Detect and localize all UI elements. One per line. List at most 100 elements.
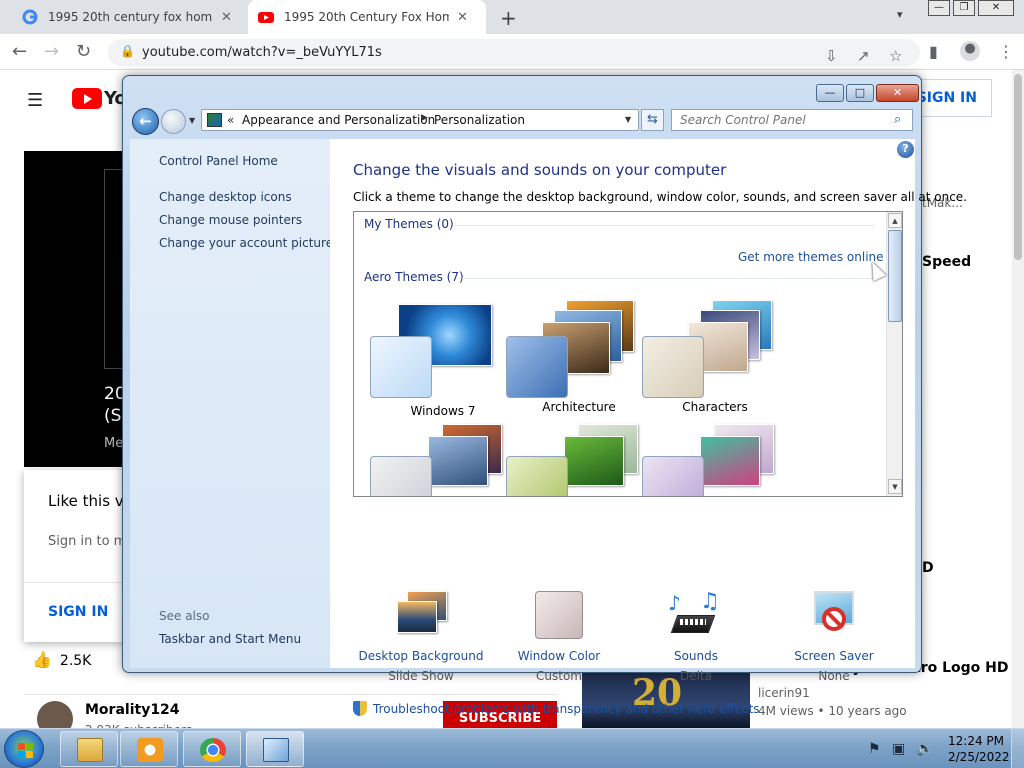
personalization-content: ? Change the visuals and sounds on your … bbox=[330, 139, 967, 716]
theme-list[interactable]: My Themes (0) Get more themes online Aer… bbox=[353, 211, 903, 497]
restore-button[interactable]: ❐ bbox=[953, 0, 975, 16]
action-center-icon[interactable]: ⚑ bbox=[868, 741, 881, 757]
setting-label: Desktop Background bbox=[358, 649, 484, 663]
help-icon[interactable]: ? bbox=[897, 141, 914, 158]
setting-label: Sounds bbox=[673, 649, 719, 663]
popup-sign-in-button[interactable]: SIGN IN bbox=[48, 604, 108, 620]
address-breadcrumb-bar[interactable]: « Appearance and Personalization ▶ Perso… bbox=[201, 109, 639, 131]
tab-title: 1995 20th century fox home ente bbox=[48, 10, 213, 24]
close-button[interactable]: ✕ bbox=[876, 84, 919, 102]
tab-youtube[interactable]: 1995 20th Century Fox Home Ent ✕ bbox=[248, 0, 486, 34]
troubleshoot-aero-link[interactable]: Troubleshoot problems with transparency … bbox=[353, 701, 760, 716]
like-button[interactable]: 👍 2.5K bbox=[32, 650, 91, 669]
search-box[interactable]: ⌕ bbox=[671, 109, 913, 131]
windows-taskbar: ⚑ ▣ 🔈 12:24 PM 2/25/2022 bbox=[0, 728, 1024, 768]
reload-icon[interactable]: ↻ bbox=[76, 41, 91, 62]
scroll-down-icon[interactable]: ▼ bbox=[888, 479, 902, 494]
breadcrumb-personalization[interactable]: Personalization bbox=[434, 113, 525, 127]
google-icon bbox=[22, 9, 38, 25]
search-icon[interactable]: ⌕ bbox=[894, 112, 901, 127]
link-change-desktop-icons[interactable]: Change desktop icons bbox=[159, 190, 292, 204]
share-icon[interactable]: ↗ bbox=[857, 47, 870, 65]
close-tab-icon[interactable]: ✕ bbox=[457, 10, 468, 25]
desktop-background-setting[interactable]: Desktop Background Slide Show bbox=[351, 591, 491, 683]
install-icon[interactable]: ⇩ bbox=[825, 47, 838, 65]
minimize-button[interactable]: — bbox=[928, 0, 950, 16]
scroll-thumb[interactable] bbox=[888, 230, 902, 322]
setting-value: Delta bbox=[679, 669, 712, 683]
menu-kebab-icon[interactable]: ⋮ bbox=[998, 42, 1014, 61]
breadcrumb-appearance[interactable]: Appearance and Personalization bbox=[242, 113, 435, 127]
channel-name[interactable]: Morality124 bbox=[85, 702, 180, 718]
hamburger-menu-icon[interactable]: ☰ bbox=[27, 90, 43, 111]
window-color-setting[interactable]: Window Color Custom bbox=[489, 591, 629, 683]
tab-search-button[interactable]: ▾ bbox=[897, 8, 903, 21]
breadcrumb-separator-icon[interactable]: ▶ bbox=[421, 113, 428, 123]
theme-characters[interactable]: Characters bbox=[640, 300, 772, 420]
theme-architecture[interactable]: Architecture bbox=[504, 300, 634, 420]
recent-pages-dropdown-icon[interactable]: ▼ bbox=[189, 116, 195, 125]
bookmark-star-icon[interactable]: ☆ bbox=[889, 47, 902, 65]
screen-saver-icon bbox=[806, 591, 862, 641]
link-taskbar-start-menu[interactable]: Taskbar and Start Menu bbox=[159, 632, 301, 646]
theme-name: Architecture bbox=[542, 400, 616, 414]
taskbar-explorer-button[interactable] bbox=[60, 731, 118, 767]
clock-time[interactable]: 12:24 PM bbox=[948, 734, 1004, 748]
sounds-setting[interactable]: ♪ ♫ Sounds Delta bbox=[626, 589, 766, 683]
minimize-button[interactable]: — bbox=[816, 84, 844, 102]
show-desktop-button[interactable] bbox=[1011, 729, 1024, 768]
profile-avatar-icon[interactable]: ● bbox=[960, 41, 980, 61]
recommended-partial-title[interactable]: Speed bbox=[922, 254, 971, 270]
page-heading: Change the visuals and sounds on your co… bbox=[353, 161, 727, 179]
recommended-partial-title[interactable]: D bbox=[922, 560, 934, 576]
theme-nature[interactable] bbox=[504, 424, 638, 496]
network-icon[interactable]: ▣ bbox=[892, 741, 905, 757]
theme-landscapes[interactable] bbox=[368, 424, 502, 496]
screen-saver-setting[interactable]: Screen Saver None bbox=[764, 591, 904, 683]
uac-shield-icon bbox=[353, 701, 367, 716]
theme-windows-7[interactable]: Windows 7 bbox=[368, 304, 498, 424]
theme-list-scrollbar[interactable]: ▲ ▼ bbox=[886, 212, 902, 496]
link-change-account-picture[interactable]: Change your account picture bbox=[159, 236, 333, 250]
taskbar-control-panel-button[interactable] bbox=[246, 731, 304, 767]
sign-in-button[interactable]: SIGN IN bbox=[914, 79, 992, 117]
forward-arrow-icon[interactable] bbox=[161, 109, 186, 134]
page-description: Click a theme to change the desktop back… bbox=[353, 190, 967, 204]
theme-name: Windows 7 bbox=[410, 404, 476, 418]
taskbar-media-player-button[interactable] bbox=[120, 731, 178, 767]
get-more-themes-link[interactable]: Get more themes online bbox=[738, 250, 884, 264]
taskbar-chrome-button[interactable] bbox=[183, 731, 241, 767]
theme-name: Characters bbox=[682, 400, 748, 414]
start-button[interactable] bbox=[4, 730, 44, 768]
recommended-channel[interactable]: licerin91 bbox=[758, 686, 810, 700]
tab-google-search[interactable]: 1995 20th century fox home ente ✕ bbox=[12, 0, 248, 34]
personalization-window: — □ ✕ ← ▼ « Appearance and Personalizati… bbox=[122, 75, 967, 716]
forward-icon[interactable]: → bbox=[44, 41, 59, 62]
group-aero-themes[interactable]: Aero Themes (7) bbox=[364, 270, 464, 284]
maximize-button[interactable]: □ bbox=[846, 84, 874, 102]
sounds-icon: ♪ ♫ bbox=[668, 589, 724, 641]
clock-date[interactable]: 2/25/2022 bbox=[948, 750, 1010, 764]
explorer-icon bbox=[77, 738, 103, 762]
lock-icon[interactable]: 🔒 bbox=[120, 44, 135, 58]
refresh-icon[interactable]: ⇆ bbox=[641, 109, 664, 131]
new-tab-button[interactable]: + bbox=[500, 6, 517, 30]
page-scrollbar[interactable] bbox=[1012, 70, 1024, 728]
address-bar[interactable]: 🔒 youtube.com/watch?v=_beVuYYL71s ⇩ ↗ ☆ bbox=[108, 39, 920, 66]
link-control-panel-home[interactable]: Control Panel Home bbox=[159, 154, 278, 168]
back-icon[interactable]: ← bbox=[12, 41, 27, 62]
scroll-up-icon[interactable]: ▲ bbox=[888, 213, 902, 228]
side-panel-icon[interactable]: ▮ bbox=[929, 42, 938, 61]
youtube-logo-icon[interactable] bbox=[72, 88, 102, 109]
theme-scenes[interactable] bbox=[640, 424, 774, 496]
volume-icon[interactable]: 🔈 bbox=[916, 741, 933, 757]
troubleshoot-text: Troubleshoot problems with transparency … bbox=[373, 702, 760, 716]
close-window-button[interactable]: ✕ bbox=[978, 0, 1014, 16]
back-arrow-icon[interactable]: ← bbox=[132, 108, 159, 135]
group-my-themes[interactable]: My Themes (0) bbox=[364, 217, 454, 231]
link-change-mouse-pointers[interactable]: Change mouse pointers bbox=[159, 213, 302, 227]
breadcrumb-overflow[interactable]: « bbox=[227, 113, 234, 127]
address-dropdown-icon[interactable]: ▼ bbox=[625, 115, 631, 124]
search-input[interactable] bbox=[672, 110, 886, 130]
close-tab-icon[interactable]: ✕ bbox=[221, 10, 232, 25]
